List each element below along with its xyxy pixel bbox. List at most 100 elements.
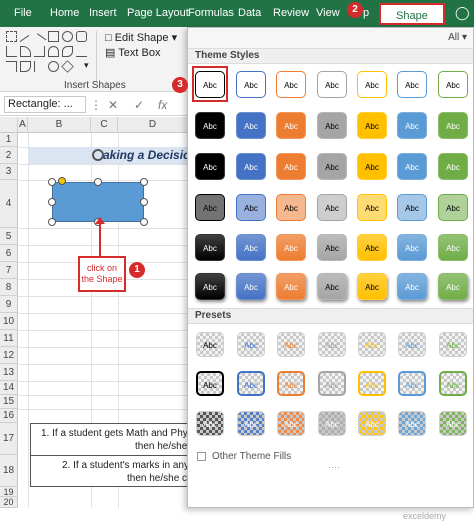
theme-style-swatch[interactable]: Abc [438,234,468,261]
resize-handle[interactable] [48,178,56,186]
theme-style-swatch[interactable]: Abc [357,194,387,221]
row-header-6[interactable]: 6 [0,245,18,262]
row-header-8[interactable]: 8 [0,279,18,296]
preset-style-swatch[interactable]: Abc [277,411,305,436]
tab-file[interactable]: File [14,7,32,19]
preset-style-swatch[interactable]: Abc [277,371,305,396]
theme-style-swatch[interactable]: Abc [276,112,306,139]
enter-icon[interactable]: ✓ [134,98,144,112]
theme-style-swatch[interactable]: Abc [236,112,266,139]
theme-style-swatch[interactable]: Abc [276,273,306,300]
theme-style-swatch[interactable]: Abc [195,234,225,261]
filter-dropdown[interactable]: All ▾ [448,32,467,43]
preset-style-swatch[interactable]: Abc [398,411,426,436]
theme-style-swatch[interactable]: Abc [317,153,347,180]
shape-oval-icon[interactable] [62,31,73,42]
theme-style-swatch[interactable]: Abc [195,112,225,139]
theme-style-swatch[interactable]: Abc [236,234,266,261]
row-header-9[interactable]: 9 [0,296,18,313]
tab-data[interactable]: Data [238,7,261,19]
theme-style-swatch[interactable]: Abc [357,71,387,98]
text-box-button[interactable]: ▤ Text Box [105,46,160,59]
theme-style-swatch[interactable]: Abc [317,194,347,221]
preset-style-swatch[interactable]: Abc [277,332,305,357]
theme-style-swatch[interactable]: Abc [438,153,468,180]
shapes-more-icon[interactable]: ▾ [84,61,95,72]
row-header-16[interactable]: 16 [0,409,18,423]
selected-rectangle-shape[interactable] [52,182,144,222]
theme-style-swatch[interactable]: Abc [397,71,427,98]
select-all-corner[interactable] [0,117,18,133]
other-theme-fills-menu[interactable]: Other Theme Fills [212,451,291,462]
theme-style-swatch[interactable]: Abc [438,194,468,221]
row-header-5[interactable]: 5 [0,228,18,245]
row-header-19[interactable]: 19 [0,487,18,497]
preset-style-swatch[interactable]: Abc [196,371,224,396]
shape-circle-icon[interactable] [48,61,59,72]
shape-bracket-icon[interactable] [6,61,17,72]
preset-style-swatch[interactable]: Abc [318,411,346,436]
shape-misc-icon[interactable] [34,61,45,72]
theme-style-swatch[interactable]: Abc [276,71,306,98]
theme-style-swatch[interactable]: Abc [195,153,225,180]
preset-style-swatch[interactable]: Abc [398,332,426,357]
theme-style-swatch[interactable]: Abc [276,153,306,180]
preset-style-swatch[interactable]: Abc [358,411,386,436]
preset-style-swatch[interactable]: Abc [318,371,346,396]
shape-rounded-rect-icon[interactable] [76,31,87,42]
resize-handle[interactable] [48,198,56,206]
shape-connector-icon[interactable] [6,46,17,57]
tab-view[interactable]: View [316,7,340,19]
tab-shape-format[interactable]: Shape Format [379,3,445,44]
shape-brace-icon[interactable] [20,61,31,72]
theme-style-swatch[interactable]: Abc [236,71,266,98]
theme-style-swatch[interactable]: Abc [236,153,266,180]
gallery-resize-grip-icon[interactable]: ···· [328,463,344,472]
theme-style-swatch[interactable]: Abc [438,273,468,300]
theme-style-swatch[interactable]: Abc [397,234,427,261]
tab-insert[interactable]: Insert [89,7,117,19]
resize-handle[interactable] [140,198,148,206]
preset-style-swatch[interactable]: Abc [196,411,224,436]
tab-review[interactable]: Review [273,7,309,19]
row-header-3[interactable]: 3 [0,164,18,180]
row-header-20[interactable]: 20 [0,497,18,508]
row-header-1[interactable]: 1 [0,133,18,147]
theme-style-swatch[interactable]: Abc [397,273,427,300]
shape-arc-icon[interactable] [48,46,59,57]
theme-style-swatch[interactable]: Abc [397,194,427,221]
row-header-2[interactable]: 2 [0,147,18,164]
tab-help[interactable]: p [363,7,369,19]
preset-style-swatch[interactable]: Abc [398,371,426,396]
theme-style-swatch[interactable]: Abc [236,273,266,300]
shape-diamond-icon[interactable] [61,60,74,73]
resize-handle[interactable] [94,178,102,186]
tab-formulas[interactable]: Formulas [188,7,234,19]
row-header-17[interactable]: 17 [0,423,18,455]
tab-home[interactable]: Home [50,7,79,19]
shape-scribble-icon[interactable] [76,46,87,57]
preset-style-swatch[interactable]: Abc [237,332,265,357]
theme-style-swatch[interactable]: Abc [317,273,347,300]
row-header-15[interactable]: 15 [0,395,18,409]
shape-text-box-icon[interactable] [6,31,17,42]
theme-style-swatch[interactable]: Abc [317,234,347,261]
theme-style-swatch[interactable]: Abc [438,112,468,139]
adjust-handle[interactable] [58,177,66,185]
preset-style-swatch[interactable]: Abc [237,411,265,436]
column-header-a[interactable]: A [18,117,28,133]
rotate-handle-icon[interactable] [92,149,104,161]
theme-style-swatch[interactable]: Abc [276,194,306,221]
preset-style-swatch[interactable]: Abc [439,371,467,396]
column-header-b[interactable]: B [28,117,91,133]
shape-elbow-icon[interactable] [34,46,45,57]
theme-style-swatch[interactable]: Abc [276,234,306,261]
theme-style-swatch[interactable]: Abc [397,112,427,139]
resize-handle[interactable] [140,218,148,226]
shapes-gallery[interactable]: ▾ [6,31,98,77]
theme-style-swatch[interactable]: Abc [236,194,266,221]
row-header-7[interactable]: 7 [0,262,18,279]
theme-style-swatch[interactable]: Abc [357,273,387,300]
preset-style-swatch[interactable]: Abc [439,411,467,436]
preset-style-swatch[interactable]: Abc [358,371,386,396]
